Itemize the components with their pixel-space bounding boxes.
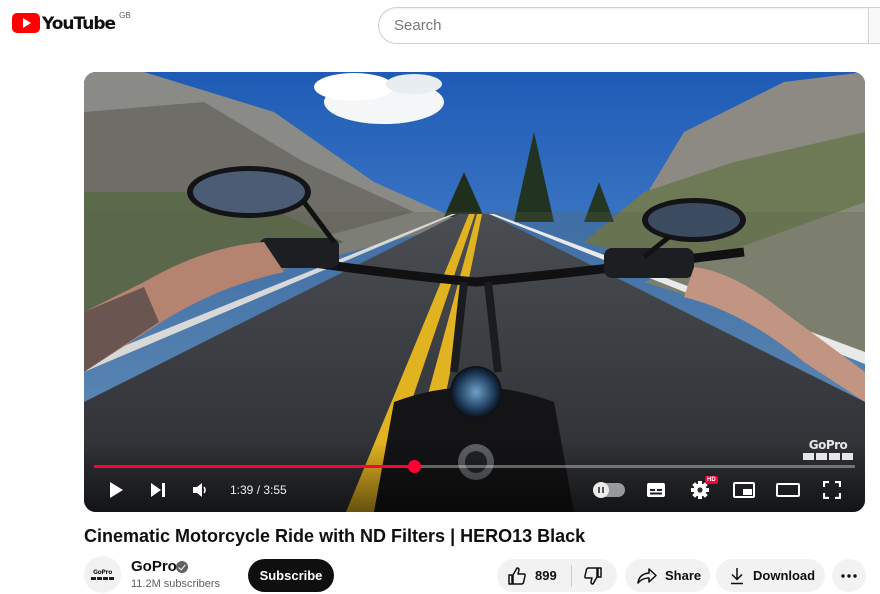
- autoplay-toggle[interactable]: [593, 482, 625, 498]
- theater-icon: [776, 483, 800, 497]
- channel-avatar[interactable]: GoPro: [84, 556, 121, 593]
- theater-button[interactable]: [776, 477, 800, 503]
- like-button[interactable]: 899: [497, 559, 571, 592]
- youtube-play-logo-icon: [12, 13, 40, 33]
- play-icon: [110, 482, 123, 498]
- video-player[interactable]: GoPro 1:39 / 3:55 HD: [84, 72, 865, 512]
- share-icon: [637, 567, 657, 584]
- subtitles-icon: [647, 483, 665, 497]
- current-time: 1:39: [230, 483, 254, 497]
- progress-scrubber[interactable]: [407, 460, 421, 473]
- subscriber-count: 11.2M subscribers: [131, 578, 221, 590]
- country-code: GB: [119, 11, 131, 20]
- volume-icon: [193, 483, 206, 497]
- progress-bar[interactable]: [94, 460, 855, 473]
- time-display: 1:39 / 3:55: [230, 482, 287, 498]
- miniplayer-icon: [733, 482, 755, 498]
- watermark-bars: [803, 453, 853, 460]
- more-actions-button[interactable]: [832, 559, 866, 592]
- fullscreen-button[interactable]: [820, 477, 844, 503]
- duration: 3:55: [263, 483, 287, 497]
- download-label: Download: [753, 568, 816, 583]
- next-icon: [151, 483, 165, 497]
- like-dislike-group: 899: [497, 559, 617, 592]
- fullscreen-icon: [823, 481, 841, 499]
- miniplayer-button[interactable]: [732, 477, 756, 503]
- subtitles-button[interactable]: [644, 477, 668, 503]
- share-button[interactable]: Share: [625, 559, 710, 592]
- more-icon: [841, 573, 857, 578]
- dislike-icon: [584, 566, 602, 585]
- dislike-button[interactable]: [572, 559, 603, 592]
- avatar-logo-bars: [91, 577, 114, 580]
- play-button[interactable]: [104, 477, 128, 503]
- next-button[interactable]: [146, 477, 170, 503]
- time-separator: /: [253, 483, 264, 497]
- download-icon: [731, 567, 743, 584]
- autoplay-pause-icon: [593, 482, 609, 498]
- search-button[interactable]: [868, 7, 880, 44]
- gopro-watermark: GoPro: [803, 438, 853, 460]
- progress-played: [94, 465, 414, 468]
- logo-text: YouTube: [42, 14, 116, 34]
- watermark-text: GoPro: [808, 438, 848, 452]
- verified-icon: [176, 561, 188, 573]
- mute-button[interactable]: [188, 477, 212, 503]
- video-title: Cinematic Motorcycle Ride with ND Filter…: [84, 526, 586, 546]
- search-input[interactable]: [378, 7, 880, 44]
- like-icon: [508, 566, 526, 585]
- youtube-logo[interactable]: YouTube GB: [12, 11, 131, 36]
- avatar-logo-text: GoPro: [92, 569, 113, 576]
- like-count: 899: [535, 568, 557, 583]
- channel-name[interactable]: GoPro: [131, 558, 177, 575]
- download-button[interactable]: Download: [716, 559, 825, 592]
- hd-badge: HD: [705, 476, 718, 484]
- subscribe-button[interactable]: Subscribe: [248, 559, 334, 592]
- share-label: Share: [665, 568, 702, 583]
